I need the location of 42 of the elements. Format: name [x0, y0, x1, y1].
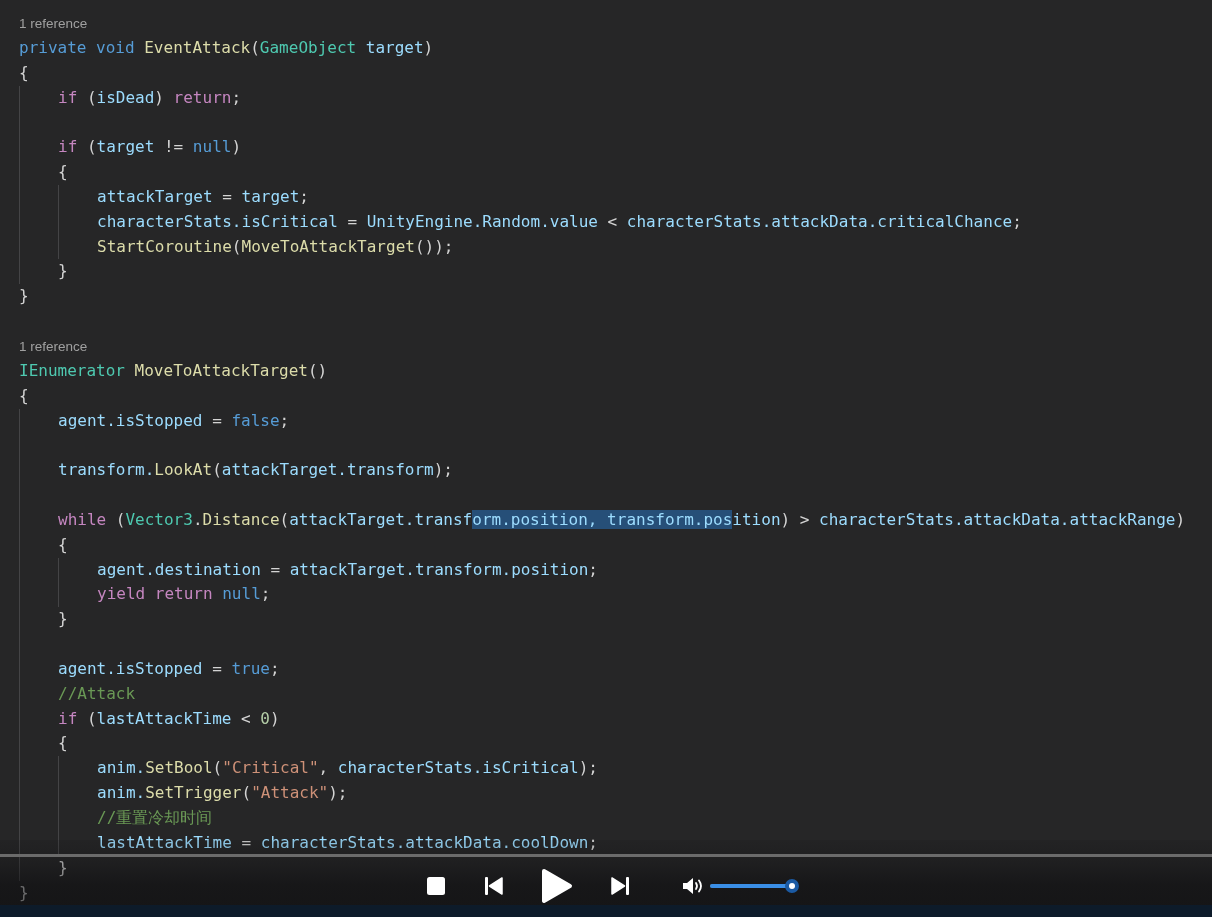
code-line: {	[58, 533, 68, 556]
code-line: while (Vector3.Distance(attackTarget.transform.position, transform.position) > characterStats.attackData.attackRange)	[58, 508, 1186, 531]
code-line: IEnumerator MoveToAttackTarget()	[19, 359, 328, 382]
speaker-icon	[681, 876, 704, 896]
code-line: characterStats.isCritical = UnityEngine.Random.value < characterStats.attackData.criticalChance;	[97, 210, 1022, 233]
code-line: {	[58, 732, 68, 755]
code-line: StartCoroutine(MoveToAttackTarget());	[97, 235, 454, 258]
reference-count[interactable]: 1 reference	[19, 334, 88, 360]
code-line: anim.SetTrigger("Attack");	[97, 782, 348, 805]
code-line: transform.LookAt(attackTarget.transform);	[58, 459, 453, 482]
code-line: agent.destination = attackTarget.transform.position;	[97, 558, 598, 581]
play-icon	[540, 868, 573, 904]
reference-count[interactable]: 1 reference	[19, 12, 88, 37]
code-line: private void EventAttack(GameObject target)	[19, 36, 434, 59]
previous-button[interactable]	[483, 876, 504, 896]
volume-button[interactable]	[681, 876, 704, 896]
code-line: }	[58, 608, 68, 631]
code-line: agent.isStopped = false;	[58, 409, 290, 432]
skip-back-icon	[483, 876, 504, 896]
code-line: anim.SetBool("Critical", characterStats.isCritical);	[97, 757, 598, 780]
code-line: if (target != null)	[58, 136, 242, 159]
code-line: {	[19, 384, 29, 407]
next-button[interactable]	[609, 876, 630, 896]
code-line: }	[19, 285, 29, 308]
code-line: }	[58, 856, 68, 879]
code-line: {	[19, 61, 29, 84]
code-line: //重置冷却时间	[97, 807, 213, 829]
stop-icon	[425, 876, 446, 896]
volume-thumb[interactable]	[784, 879, 799, 893]
play-button[interactable]	[540, 868, 573, 904]
skip-forward-icon	[609, 876, 630, 896]
code-line: if (isDead) return;	[58, 86, 242, 109]
code-line: if (lastAttackTime < 0)	[58, 707, 280, 730]
code-line: yield return null;	[97, 583, 271, 606]
code-line: //Attack	[58, 682, 136, 705]
code-line: }	[19, 881, 29, 904]
code-line: attackTarget = target;	[97, 185, 309, 208]
code-line: {	[58, 161, 68, 184]
code-line: agent.isStopped = true;	[58, 657, 280, 680]
code-line: }	[58, 260, 68, 283]
stop-button[interactable]	[425, 876, 446, 896]
code-line: lastAttackTime = characterStats.attackData.coolDown;	[97, 831, 598, 854]
